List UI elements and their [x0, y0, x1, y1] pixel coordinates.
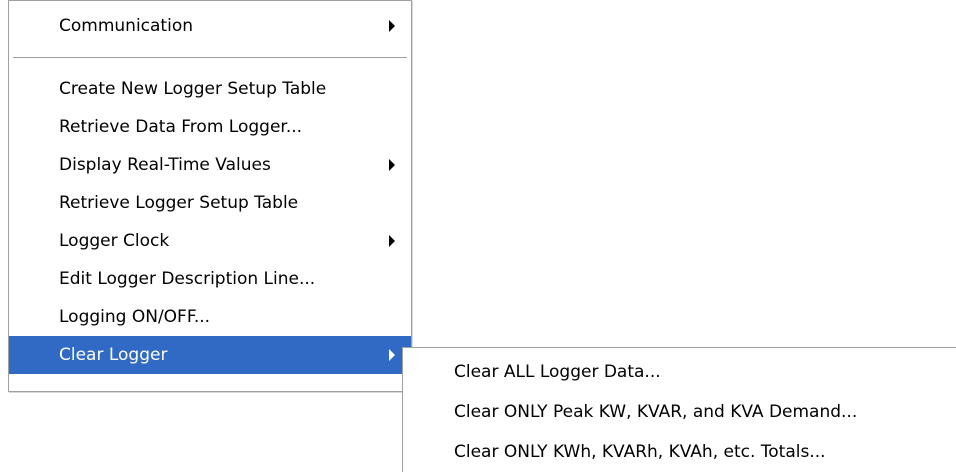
chevron-right-icon	[389, 349, 395, 361]
menu-item-create-new-logger-setup-table[interactable]: Create New Logger Setup Table	[9, 70, 411, 108]
chevron-right-icon	[389, 159, 395, 171]
menu-separator	[13, 57, 407, 58]
menu-item-label: Retrieve Logger Setup Table	[59, 193, 299, 213]
chevron-right-icon	[389, 20, 395, 32]
menu-item-label: Logger Clock	[59, 231, 170, 251]
menu-item-clear-logger[interactable]: Clear Logger	[9, 336, 411, 374]
menu-item-label: Create New Logger Setup Table	[59, 79, 327, 99]
menu-item-logger-clock[interactable]: Logger Clock	[9, 222, 411, 260]
menu-item-label: Communication	[59, 16, 193, 36]
submenu-item-clear-only-peak-demand[interactable]: Clear ONLY Peak KW, KVAR, and KVA Demand…	[403, 392, 956, 432]
menu-item-retrieve-data-from-logger[interactable]: Retrieve Data From Logger...	[9, 108, 411, 146]
menu-item-communication[interactable]: Communication	[9, 7, 411, 45]
menu-item-display-real-time-values[interactable]: Display Real-Time Values	[9, 146, 411, 184]
submenu-item-clear-all-logger-data[interactable]: Clear ALL Logger Data...	[403, 352, 956, 392]
submenu-item-label: Clear ONLY Peak KW, KVAR, and KVA Demand…	[454, 402, 858, 422]
menu-item-label: Retrieve Data From Logger...	[59, 117, 303, 137]
menu-item-label: Logging ON/OFF...	[59, 307, 211, 327]
menu-item-retrieve-logger-setup-table[interactable]: Retrieve Logger Setup Table	[9, 184, 411, 222]
submenu-item-label: Clear ALL Logger Data...	[454, 362, 661, 382]
submenu-item-label: Clear ONLY KWh, KVARh, KVAh, etc. Totals…	[454, 442, 826, 462]
menu-item-label: Edit Logger Description Line...	[59, 269, 316, 289]
menu-item-label: Display Real-Time Values	[59, 155, 271, 175]
menu-item-label: Clear Logger	[59, 345, 168, 365]
clear-logger-submenu: Clear ALL Logger Data... Clear ONLY Peak…	[402, 347, 956, 472]
submenu-item-clear-only-totals[interactable]: Clear ONLY KWh, KVARh, KVAh, etc. Totals…	[403, 432, 956, 472]
menu-item-logging-on-off[interactable]: Logging ON/OFF...	[9, 298, 411, 336]
context-menu: Communication Create New Logger Setup Ta…	[8, 0, 412, 392]
menu-item-edit-logger-description-line[interactable]: Edit Logger Description Line...	[9, 260, 411, 298]
chevron-right-icon	[389, 235, 395, 247]
